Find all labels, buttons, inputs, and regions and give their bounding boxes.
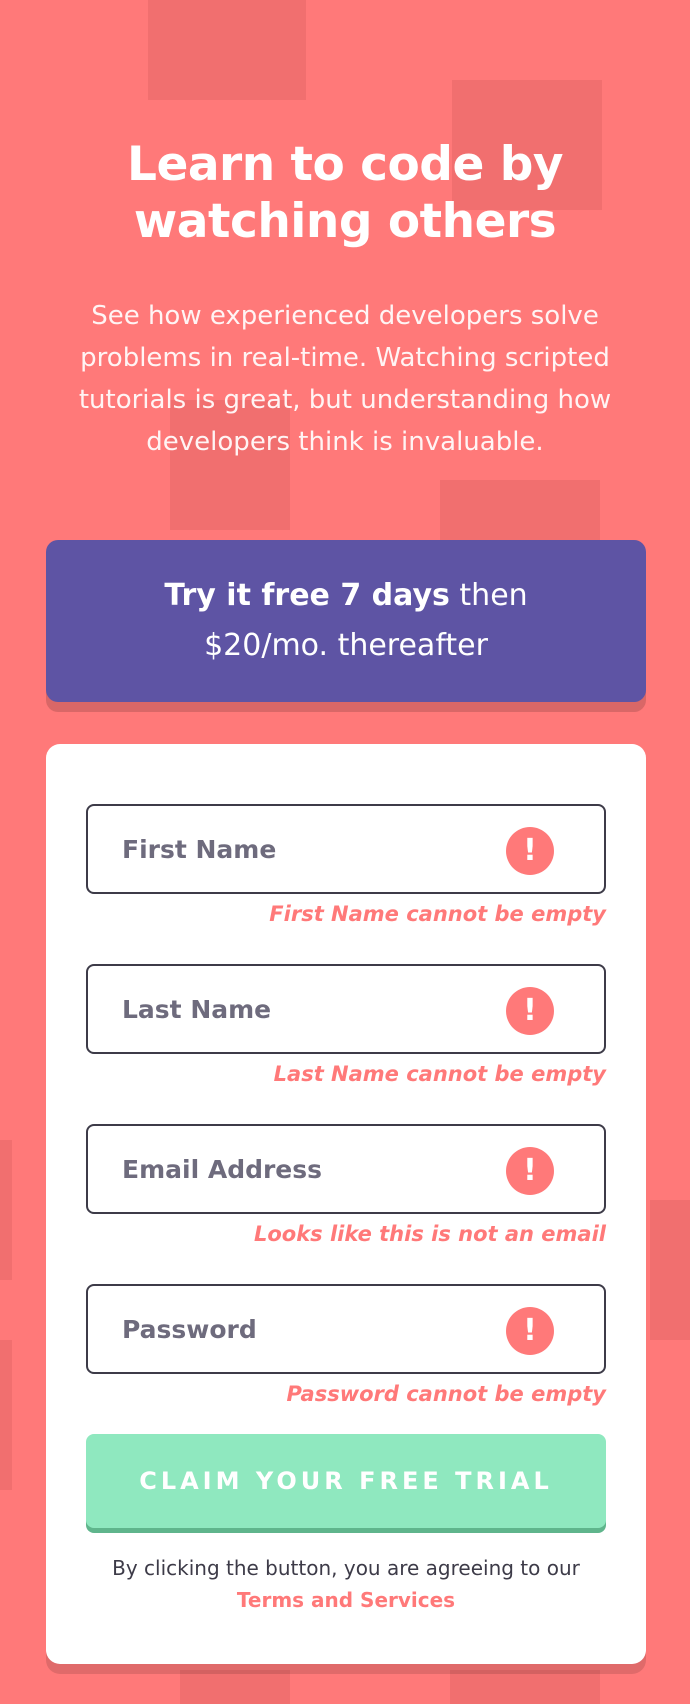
- first-name-error: First Name cannot be empty: [269, 902, 606, 926]
- terms-prefix: By clicking the button, you are agreeing…: [112, 1556, 580, 1580]
- background-decoration: [148, 0, 306, 100]
- background-decoration: [0, 1340, 12, 1490]
- promo-bold-text: Try it free 7 days: [164, 578, 450, 613]
- terms-link[interactable]: Terms and Services: [237, 1588, 455, 1612]
- promo-then-text: then: [449, 578, 528, 613]
- promo-line-2: $20/mo. thereafter: [204, 628, 488, 663]
- claim-trial-button[interactable]: CLAIM YOUR FREE TRIAL: [86, 1434, 606, 1528]
- error-icon: !: [506, 1147, 554, 1195]
- error-icon: !: [506, 987, 554, 1035]
- hero-title: Learn to code by watching others: [127, 137, 563, 249]
- email-error: Looks like this is not an email: [253, 1222, 606, 1246]
- terms-notice: By clicking the button, you are agreeing…: [46, 1552, 646, 1616]
- email-field-wrapper: !: [86, 1124, 606, 1214]
- password-error: Password cannot be empty: [286, 1382, 606, 1406]
- password-field-wrapper: !: [86, 1284, 606, 1374]
- last-name-error: Last Name cannot be empty: [273, 1062, 606, 1086]
- last-name-field-wrapper: !: [86, 964, 606, 1054]
- hero-description: See how experienced developers solve pro…: [78, 301, 612, 457]
- error-icon: !: [506, 1307, 554, 1355]
- background-decoration: [450, 1670, 600, 1704]
- background-decoration: [180, 1670, 290, 1704]
- promo-banner: Try it free 7 days then $20/mo. thereaft…: [46, 540, 646, 702]
- background-decoration: [0, 1140, 12, 1280]
- background-decoration: [650, 1200, 690, 1340]
- signup-form: ! First Name cannot be empty ! Last Name…: [46, 744, 646, 1664]
- promo-line-1: Try it free 7 days then: [46, 571, 646, 621]
- error-icon: !: [506, 827, 554, 875]
- first-name-field-wrapper: !: [86, 804, 606, 894]
